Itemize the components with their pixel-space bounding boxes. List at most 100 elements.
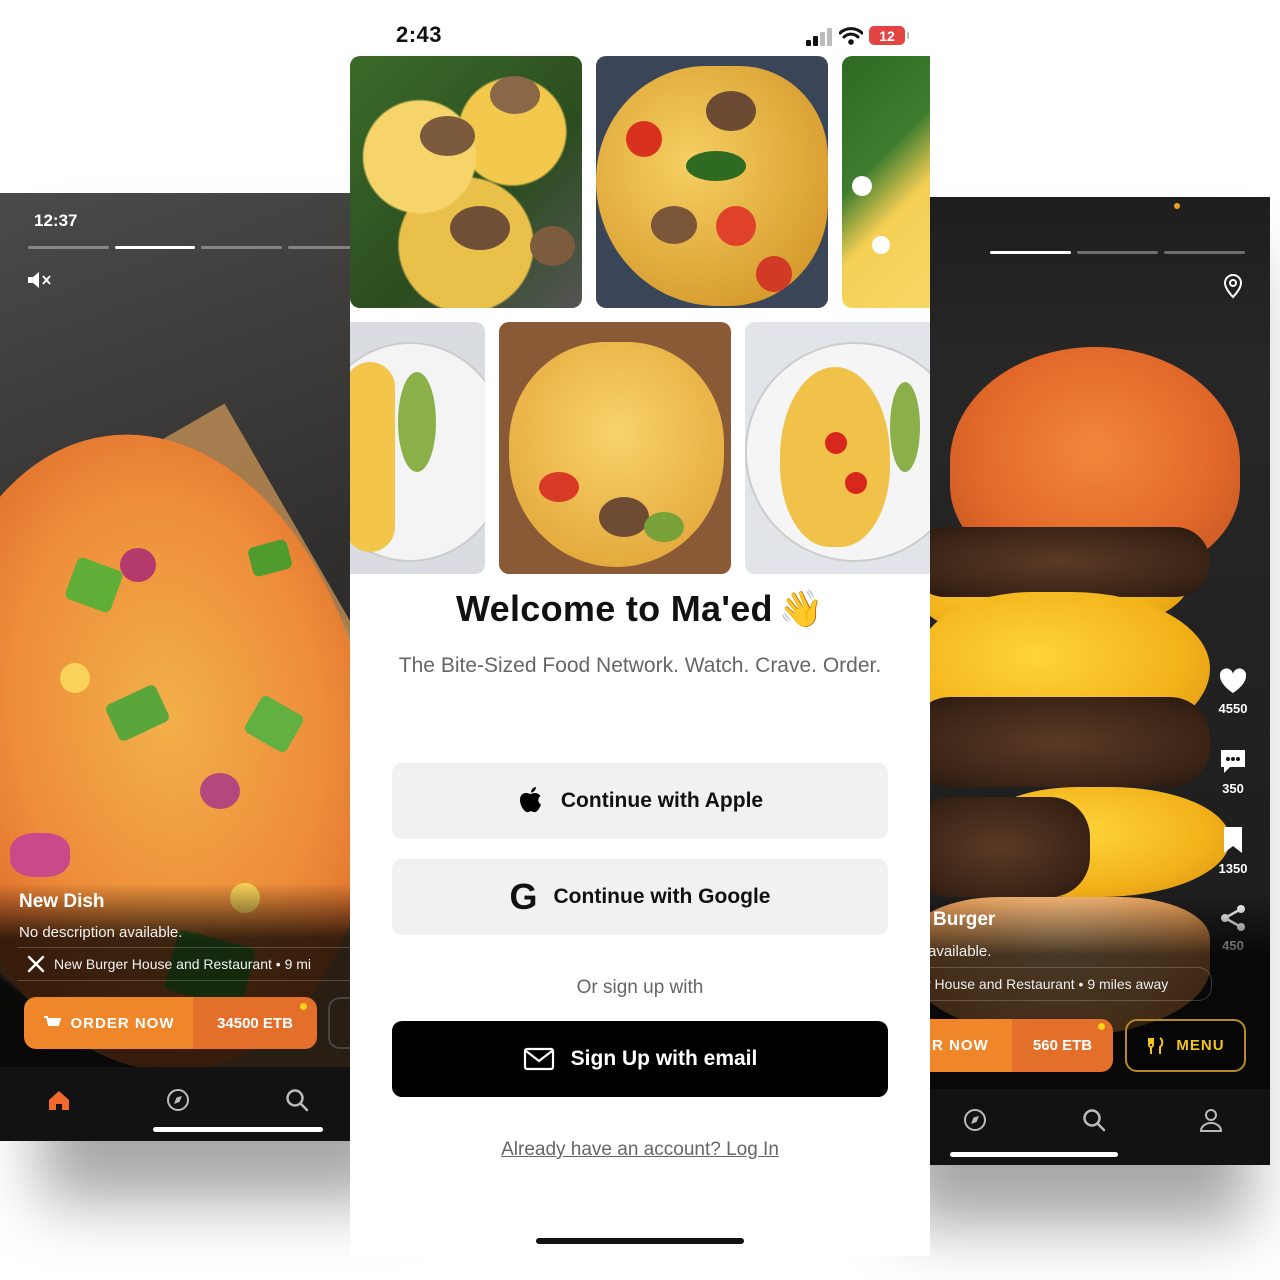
dish-name: Burger <box>933 909 996 930</box>
avocado <box>890 382 920 472</box>
food-tile-plate-omelette-2 <box>745 322 930 574</box>
email-button-label: Sign Up with email <box>570 1047 758 1070</box>
save-button[interactable]: 1350 <box>1208 825 1258 876</box>
mushroom <box>450 206 510 250</box>
feta <box>852 176 872 196</box>
restaurant-name: r House and Restaurant • 9 miles away <box>926 976 1169 992</box>
home-icon[interactable] <box>46 1087 72 1113</box>
welcome-title: Welcome to Ma'ed 👋 <box>350 588 930 630</box>
home-indicator <box>536 1238 744 1244</box>
restaurant-link[interactable]: New Burger House and Restaurant • 9 mi <box>18 947 360 981</box>
google-icon: G <box>509 876 538 917</box>
food-tile-spinach-feta <box>842 56 930 308</box>
patty-layer <box>920 797 1090 897</box>
comment-count: 350 <box>1222 781 1244 796</box>
center-phone-screen: 2:43 12 Welcome to Ma'ed 👋 The Bite-Size… <box>350 0 930 1256</box>
menu-button[interactable]: MENU <box>1125 1019 1246 1072</box>
tomato <box>539 472 579 502</box>
tomato <box>716 206 756 246</box>
apple-icon <box>519 787 541 813</box>
status-time: 12:37 <box>34 211 78 230</box>
status-time: 2:43 <box>396 22 443 47</box>
search-icon[interactable] <box>284 1087 310 1113</box>
notification-dot <box>300 1003 307 1010</box>
feta <box>872 236 890 254</box>
tagline: The Bite-Sized Food Network. Watch. Crav… <box>398 654 882 677</box>
fork-knife-icon <box>1148 1036 1164 1054</box>
mushroom <box>420 116 475 156</box>
corn-topping <box>60 663 90 693</box>
mushroom <box>599 497 649 537</box>
menu-label: MENU <box>1176 1037 1225 1054</box>
restaurant-name: New Burger House and Restaurant • 9 mi <box>54 956 312 972</box>
compass-icon[interactable] <box>165 1087 191 1113</box>
google-button-label: Continue with Google <box>553 885 771 908</box>
wifi-icon <box>839 27 863 45</box>
notification-dot <box>1098 1023 1105 1030</box>
food-tile-plate-omelette <box>350 322 485 574</box>
patty-layer <box>920 697 1210 787</box>
mushroom <box>706 91 756 131</box>
dish-name: New Dish <box>19 891 105 912</box>
food-tile-folded-omelette <box>499 322 731 574</box>
like-count: 4550 <box>1218 701 1248 716</box>
right-phone-screen: 4550 350 1350 450 Burger available. r Ho… <box>920 197 1270 1165</box>
mute-icon[interactable] <box>26 269 52 291</box>
zucchini <box>644 512 684 542</box>
tomato <box>626 121 662 157</box>
mushroom <box>651 206 697 244</box>
patty-layer <box>920 527 1210 597</box>
location-pin-icon[interactable] <box>1222 273 1244 299</box>
order-now-label: R NOW <box>920 1019 1012 1072</box>
mushroom <box>530 226 575 266</box>
avocado <box>398 372 436 472</box>
spinach <box>686 151 746 181</box>
profile-icon[interactable] <box>1198 1107 1224 1133</box>
food-tile-scrambled-eggs <box>350 56 582 308</box>
showcase-stage: 12:37 New Dish No description available.… <box>0 0 1280 1280</box>
onion-topping <box>10 833 70 877</box>
order-now-button[interactable]: R NOW 560 ETB <box>920 1019 1113 1072</box>
left-phone-screen: 12:37 New Dish No description available.… <box>0 193 360 1141</box>
restaurant-link[interactable]: r House and Restaurant • 9 miles away <box>920 967 1212 1001</box>
omelette <box>350 362 395 552</box>
sign-up-with-email-button[interactable]: Sign Up with email <box>392 1021 888 1097</box>
mushroom <box>490 76 540 114</box>
comment-icon <box>1221 750 1245 773</box>
welcome-title-text: Welcome to Ma'ed <box>456 588 773 629</box>
like-button[interactable]: 4550 <box>1208 667 1258 716</box>
bookmark-icon <box>1224 827 1242 853</box>
story-progress <box>990 251 1245 254</box>
order-now-button[interactable]: ORDER NOW 34500 ETB <box>24 997 317 1049</box>
tomato <box>845 472 867 494</box>
continue-with-google-button[interactable]: G Continue with Google <box>392 859 888 935</box>
save-count: 1350 <box>1218 861 1248 876</box>
tomato <box>825 432 847 454</box>
order-now-label: ORDER NOW <box>70 1014 175 1032</box>
home-indicator <box>153 1127 323 1132</box>
status-dot <box>1174 203 1180 209</box>
tomato <box>756 256 792 292</box>
heart-icon <box>1219 668 1247 693</box>
comment-button[interactable]: 350 <box>1208 747 1258 796</box>
price-label: 34500 ETB <box>193 997 317 1049</box>
utensils-icon <box>27 955 45 973</box>
log-in-link[interactable]: Already have an account? Log In <box>350 1139 930 1161</box>
or-sign-up-label: Or sign up with <box>576 977 704 998</box>
omelette <box>780 367 890 547</box>
dish-description: No description available. <box>19 924 183 941</box>
dish-description: available. <box>928 943 992 960</box>
battery-indicator: 12 <box>869 26 909 45</box>
cart-icon <box>43 1016 61 1026</box>
onion-topping <box>200 773 240 809</box>
search-icon[interactable] <box>1081 1107 1107 1133</box>
food-tile-veggie-omelette <box>596 56 828 308</box>
continue-with-apple-button[interactable]: Continue with Apple <box>392 763 888 839</box>
story-progress <box>28 246 360 249</box>
onion-topping <box>120 548 156 582</box>
home-indicator <box>950 1152 1118 1157</box>
apple-button-label: Continue with Apple <box>560 789 764 812</box>
compass-icon[interactable] <box>962 1107 988 1133</box>
envelope-icon <box>523 1047 554 1071</box>
waving-hand-emoji: 👋 <box>778 588 824 629</box>
